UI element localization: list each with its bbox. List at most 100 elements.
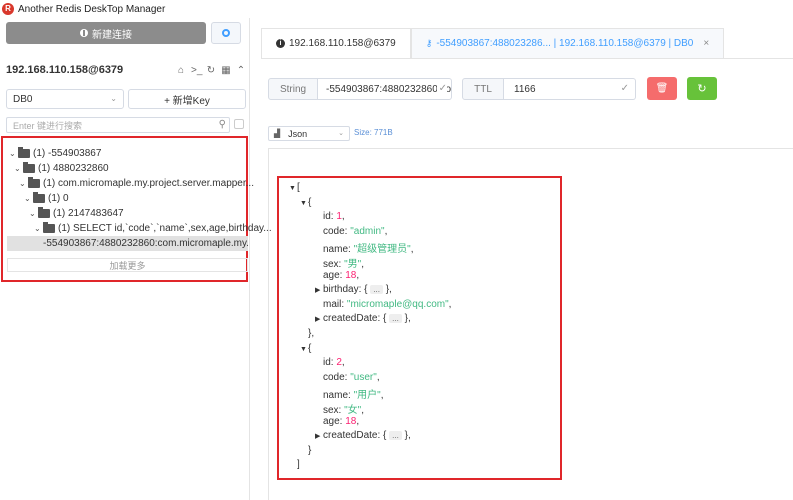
- key-type-label: String: [268, 78, 318, 100]
- terminal-icon[interactable]: >_: [191, 65, 202, 76]
- json-value: "user": [350, 371, 377, 383]
- json-collapsed-ellipsis[interactable]: ...: [389, 431, 402, 441]
- json-line: name: "超级管理员",: [323, 240, 413, 255]
- json-comma: ,: [341, 357, 345, 369]
- json-key: name:: [323, 390, 354, 402]
- json-comma: ,: [356, 415, 360, 427]
- json-line: age: 18,: [323, 270, 359, 281]
- json-line: age: 18,: [323, 416, 359, 427]
- close-icon[interactable]: ×: [703, 38, 709, 49]
- expand-arrow-icon[interactable]: ⌄: [34, 224, 43, 233]
- settings-button[interactable]: [211, 22, 241, 44]
- grid-icon[interactable]: ▦: [221, 65, 231, 76]
- expand-arrow-icon[interactable]: ▶: [315, 432, 323, 440]
- json-collapsed-ellipsis[interactable]: ...: [389, 314, 402, 324]
- json-line: }: [308, 445, 311, 456]
- folder-open-icon: [38, 207, 50, 218]
- tree-key-selected[interactable]: -554903867:4880232860:com.micromaple.my.…: [7, 236, 248, 251]
- search-input[interactable]: Enter 键进行搜索 ⚲: [6, 117, 230, 133]
- json-key: code:: [323, 225, 351, 237]
- json-bracket: [: [297, 182, 300, 193]
- json-line: mail: "micromaple@qq.com",: [323, 299, 451, 310]
- json-value: "用户": [353, 390, 381, 402]
- json-key: name:: [323, 244, 354, 256]
- collapse-arrow-icon[interactable]: ▼: [300, 346, 308, 353]
- tab-label: -554903867:488023286... | 192.168.110.15…: [436, 38, 694, 49]
- expand-arrow-icon[interactable]: ⌄: [14, 164, 23, 173]
- json-comma: ,: [356, 269, 360, 281]
- new-connection-button[interactable]: 新建连接: [6, 22, 206, 44]
- json-comma: ,: [380, 390, 384, 402]
- json-bracket: },: [308, 328, 315, 339]
- tree-node[interactable]: ⌄ (1) 0: [24, 191, 69, 206]
- json-key: createdDate: {: [323, 430, 390, 442]
- format-value: Json: [288, 128, 308, 139]
- json-line[interactable]: ▼[: [289, 182, 300, 193]
- json-comma: ,: [361, 259, 365, 270]
- search-icon[interactable]: ⚲: [219, 119, 226, 130]
- json-bracket: {: [308, 196, 312, 208]
- expand-arrow-icon[interactable]: ⌄: [24, 194, 33, 203]
- tree-node-label: (1) SELECT id,`code`,`name`,sex,age,birt…: [58, 223, 272, 234]
- refresh-icon[interactable]: ↻: [206, 65, 216, 76]
- folder-open-icon: [23, 162, 35, 173]
- chevron-up-icon[interactable]: ⌃: [236, 65, 246, 76]
- check-icon[interactable]: ✓: [436, 83, 447, 94]
- tree-node-label: (1) 4880232860: [38, 163, 109, 174]
- trash-icon: 🗑: [655, 83, 669, 94]
- json-value: "超级管理员": [353, 244, 411, 256]
- tree-node-label: (1) 0: [48, 193, 69, 204]
- tab-key-detail[interactable]: ⚷ -554903867:488023286... | 192.168.110.…: [410, 28, 725, 58]
- json-line[interactable]: ▶ createdDate: { ... },: [315, 313, 411, 324]
- json-bracket: },: [382, 284, 392, 296]
- tree-node[interactable]: ⌄ (1) SELECT id,`code`,`name`,sex,age,bi…: [34, 221, 272, 236]
- ttl-input[interactable]: 1166 ✓: [504, 78, 636, 100]
- collapse-arrow-icon[interactable]: ▼: [300, 200, 308, 207]
- json-line[interactable]: ▼{: [300, 343, 311, 354]
- collapse-arrow-icon[interactable]: ▼: [289, 185, 297, 192]
- value-size: Size: 771B: [354, 128, 393, 137]
- json-collapsed-ellipsis[interactable]: ...: [370, 285, 383, 295]
- json-line[interactable]: ▶ birthday: { ... },: [315, 284, 392, 295]
- refresh-key-button[interactable]: ↻: [687, 77, 717, 100]
- tab-label: 192.168.110.158@6379: [289, 38, 396, 49]
- tree-node[interactable]: ⌄ (1) 4880232860: [14, 161, 109, 176]
- format-icon: ▟: [274, 129, 281, 138]
- main-panel: i 192.168.110.158@6379 ⚷ -554903867:4880…: [251, 18, 793, 500]
- db-select[interactable]: DB0 ⌄: [6, 89, 124, 109]
- exact-search-checkbox[interactable]: [234, 119, 244, 129]
- folder-open-icon: [28, 177, 40, 188]
- delete-key-button[interactable]: 🗑: [647, 77, 677, 100]
- check-icon[interactable]: ✓: [621, 83, 629, 94]
- json-key: id:: [323, 357, 337, 369]
- load-more-button[interactable]: 加载更多: [7, 258, 248, 272]
- json-line: sex: "女",: [323, 401, 364, 416]
- tree-node[interactable]: ⌄ (1) -554903867: [9, 146, 101, 161]
- json-line[interactable]: ▼{: [300, 197, 311, 208]
- key-tree: ⌄ (1) -554903867 ⌄ (1) 4880232860 ⌄ (1) …: [1, 136, 272, 282]
- add-key-button[interactable]: + 新增Key: [128, 89, 246, 109]
- expand-arrow-icon[interactable]: ▶: [315, 286, 323, 294]
- key-name-input[interactable]: -554903867:4880232860:com. ✓: [318, 78, 452, 100]
- refresh-icon: ↻: [697, 83, 707, 95]
- connection-header[interactable]: 192.168.110.158@6379 ⌂ >_ ↻ ▦ ⌃: [6, 62, 246, 78]
- json-line: code: "admin",: [323, 226, 387, 237]
- ttl-value: 1166: [514, 83, 536, 95]
- tree-node[interactable]: ⌄ (1) 2147483647: [29, 206, 124, 221]
- json-line: ]: [297, 459, 300, 470]
- json-value: 18: [345, 269, 357, 281]
- expand-arrow-icon[interactable]: ▶: [315, 315, 323, 323]
- tree-node[interactable]: ⌄ (1) com.micromaple.my.project.server.m…: [19, 176, 254, 191]
- json-value: "micromaple@qq.com": [346, 298, 449, 310]
- tab-connection-status[interactable]: i 192.168.110.158@6379: [261, 28, 411, 58]
- home-icon[interactable]: ⌂: [176, 65, 186, 76]
- json-tree: ▼[▼{id: 1, code: "admin", name: "超级管理员", se…: [277, 176, 562, 480]
- json-line[interactable]: ▶ createdDate: { ... },: [315, 430, 411, 441]
- plus-circle-icon: [80, 29, 88, 37]
- expand-arrow-icon[interactable]: ⌄: [19, 179, 28, 188]
- json-key: code:: [323, 371, 351, 383]
- expand-arrow-icon[interactable]: ⌄: [29, 209, 38, 218]
- format-select[interactable]: ▟ Json ⌄: [268, 126, 350, 141]
- expand-arrow-icon[interactable]: ⌄: [9, 149, 18, 158]
- json-key: createdDate: {: [323, 313, 390, 325]
